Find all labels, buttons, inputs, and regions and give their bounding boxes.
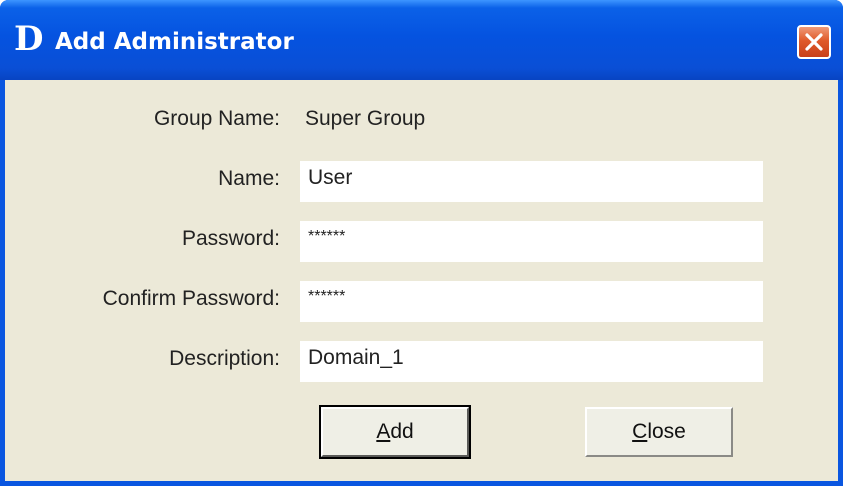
title-bar[interactable]: D Add Administrator — [0, 0, 843, 80]
add-button[interactable]: Add — [319, 405, 471, 459]
close-button-mnemonic: C — [632, 420, 648, 443]
password-field[interactable]: ****** — [300, 221, 763, 262]
dlink-logo-icon: D — [14, 19, 44, 59]
name-label: Name: — [218, 167, 280, 190]
confirm-password-label: Confirm Password: — [102, 287, 280, 310]
window-close-button[interactable] — [797, 25, 831, 59]
add-button-mnemonic: A — [376, 420, 391, 443]
close-icon — [805, 33, 823, 51]
confirm-password-field[interactable]: ****** — [300, 281, 763, 322]
window-title: Add Administrator — [55, 29, 294, 55]
group-name-value: Super Group — [305, 107, 426, 130]
close-button[interactable]: Close — [585, 407, 733, 457]
description-label: Description: — [169, 347, 280, 370]
name-field[interactable]: User — [300, 161, 763, 202]
password-label: Password: — [181, 227, 280, 250]
group-name-label: Group Name: — [153, 107, 280, 130]
description-field[interactable]: Domain_1 — [300, 341, 763, 382]
add-administrator-dialog: D Add Administrator Group Name: Super Gr… — [0, 0, 843, 486]
dialog-body: Group Name: Super Group Name: User Passw… — [5, 80, 838, 481]
close-button-label: lose — [647, 420, 686, 443]
add-button-label: dd — [390, 420, 414, 443]
